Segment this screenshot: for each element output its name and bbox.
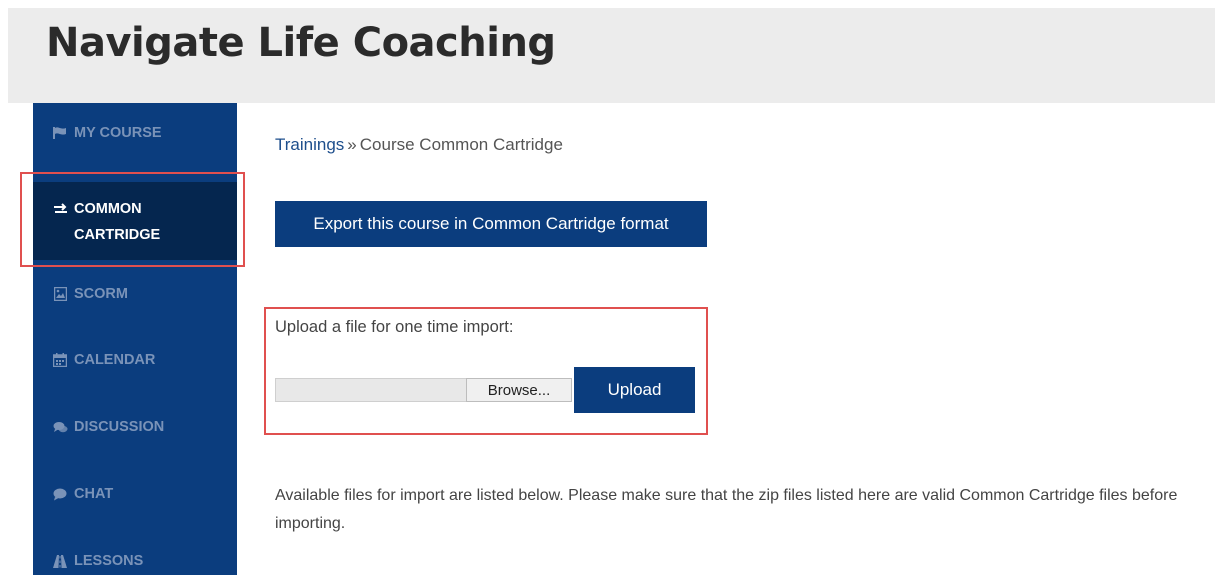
flag-icon [52, 126, 68, 140]
sidebar: MY COURSE COMMON CARTRIDGE SCORM CALENDA… [33, 103, 237, 575]
breadcrumb-current: Course Common Cartridge [359, 135, 563, 154]
sidebar-item-my-course[interactable]: MY COURSE [33, 125, 237, 141]
sidebar-item-label: CALENDAR [74, 352, 156, 368]
sidebar-item-label: SCORM [74, 286, 128, 302]
sidebar-item-label: LESSONS [74, 553, 144, 569]
chat-bubble-icon [52, 487, 68, 501]
breadcrumb-separator: » [347, 135, 357, 154]
swap-arrows-icon [52, 202, 68, 216]
upload-label: Upload a file for one time import: [275, 318, 514, 336]
sidebar-item-calendar[interactable]: CALENDAR [33, 352, 237, 368]
browse-button[interactable]: Browse... [466, 378, 572, 402]
page-header: Navigate Life Coaching [8, 8, 1215, 103]
sidebar-item-label: MY COURSE [74, 125, 162, 141]
sidebar-item-discussion[interactable]: DISCUSSION [33, 419, 237, 435]
sidebar-item-label: CHAT [74, 486, 114, 502]
breadcrumb-link-trainings[interactable]: Trainings [275, 135, 344, 154]
sidebar-item-label: COMMON CARTRIDGE [74, 201, 161, 243]
sidebar-item-scorm[interactable]: SCORM [33, 286, 237, 302]
site-title: Navigate Life Coaching [46, 20, 556, 66]
upload-button[interactable]: Upload [574, 367, 695, 413]
sidebar-item-chat[interactable]: CHAT [33, 486, 237, 502]
comments-icon [52, 420, 68, 434]
calendar-icon [52, 353, 68, 367]
sidebar-item-label: DISCUSSION [74, 419, 165, 435]
sidebar-item-common-cartridge[interactable]: COMMON CARTRIDGE [33, 182, 237, 260]
export-common-cartridge-button[interactable]: Export this course in Common Cartridge f… [275, 201, 707, 247]
import-info-text: Available files for import are listed be… [275, 487, 1178, 532]
breadcrumb: Trainings» Course Common Cartridge [275, 135, 563, 155]
image-file-icon [52, 287, 68, 301]
file-input[interactable] [275, 378, 467, 402]
sidebar-item-lessons[interactable]: LESSONS [33, 553, 237, 569]
road-icon [52, 554, 68, 568]
